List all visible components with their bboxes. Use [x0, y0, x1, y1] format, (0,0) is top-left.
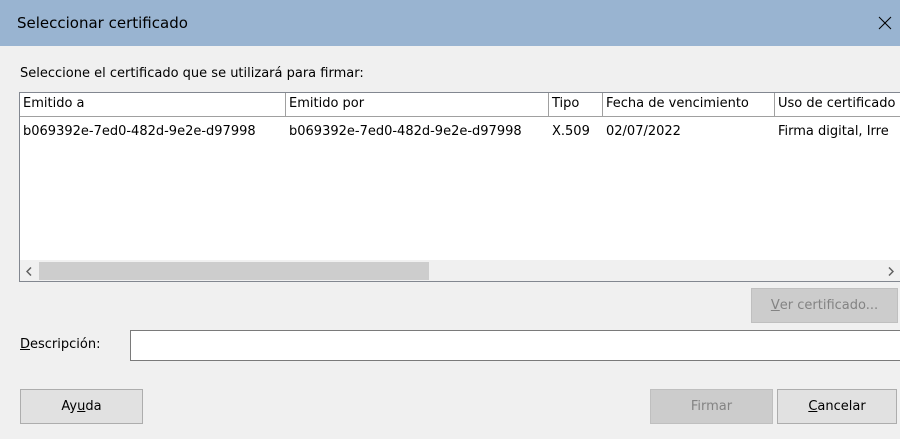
dialog-titlebar: Seleccionar certificado	[0, 0, 900, 46]
description-label-text: escripción:	[30, 337, 101, 352]
column-header-row: Emitido a Emitido por Tipo Fecha de venc…	[20, 93, 900, 117]
certificate-list[interactable]: Emitido a Emitido por Tipo Fecha de venc…	[19, 92, 900, 282]
cell-issued-to: b069392e-7ed0-482d-9e2e-d97998	[23, 124, 256, 139]
cell-certificate-usage: Firma digital, Irre	[778, 124, 889, 139]
table-row[interactable]: b069392e-7ed0-482d-9e2e-d97998 b069392e-…	[20, 121, 900, 143]
scroll-left-button[interactable]	[20, 260, 38, 281]
column-header-issued-by[interactable]: Emitido por	[286, 93, 549, 116]
help-mnemonic: u	[77, 399, 86, 414]
description-mnemonic: D	[20, 337, 31, 352]
cell-type: X.509	[552, 124, 590, 139]
column-header-certificate-usage[interactable]: Uso de certificado	[775, 93, 900, 116]
help-button[interactable]: Ay u da	[20, 389, 143, 424]
close-icon	[878, 16, 892, 30]
sign-button[interactable]: Firmar	[650, 389, 773, 424]
scrollbar-thumb[interactable]	[39, 262, 429, 280]
scroll-right-button[interactable]	[882, 260, 900, 281]
view-certificate-label: er certificado...	[779, 298, 879, 313]
horizontal-scrollbar[interactable]	[20, 260, 900, 281]
cell-issued-by: b069392e-7ed0-482d-9e2e-d97998	[289, 124, 522, 139]
chevron-left-icon	[26, 266, 32, 276]
help-label-start: Ay	[61, 399, 78, 414]
description-label: Descripción:	[20, 337, 100, 352]
close-button[interactable]	[870, 0, 900, 46]
column-header-type[interactable]: Tipo	[549, 93, 603, 116]
dialog-title: Seleccionar certificado	[17, 14, 188, 32]
column-header-expiration-date[interactable]: Fecha de vencimiento	[603, 93, 775, 116]
column-header-issued-to[interactable]: Emitido a	[20, 93, 286, 116]
view-certificate-button[interactable]: Ver certificado...	[751, 288, 898, 323]
chevron-right-icon	[888, 266, 894, 276]
cancel-button[interactable]: Cancelar	[777, 389, 897, 424]
view-certificate-mnemonic: V	[770, 298, 780, 313]
description-input[interactable]	[130, 330, 900, 361]
help-label-end: da	[85, 399, 102, 414]
cell-expiration-date: 02/07/2022	[606, 124, 681, 139]
instruction-label: Seleccione el certificado que se utiliza…	[20, 66, 364, 81]
cancel-mnemonic: C	[808, 399, 818, 414]
sign-label: Firmar	[690, 399, 733, 414]
cancel-label: ancelar	[817, 399, 866, 414]
